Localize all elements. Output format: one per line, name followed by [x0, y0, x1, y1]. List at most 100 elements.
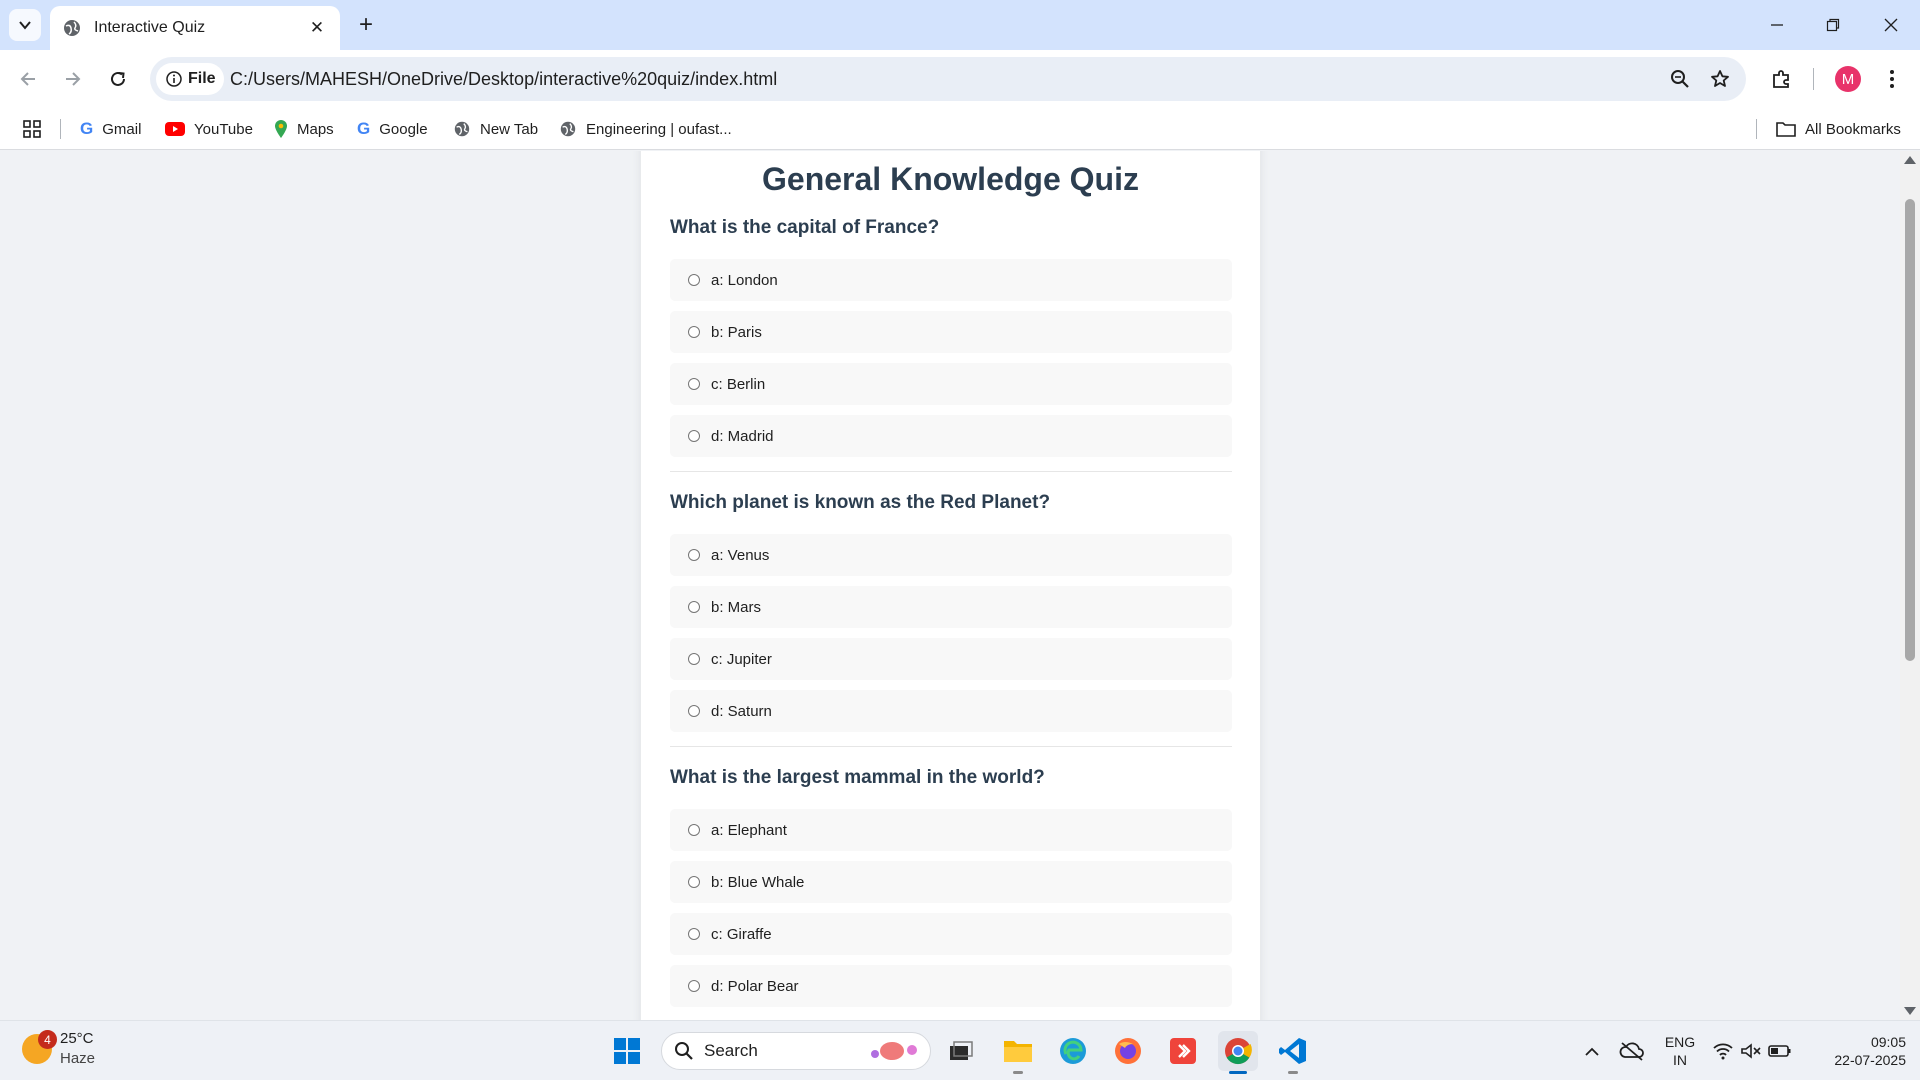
option-label: c: Giraffe — [711, 925, 772, 943]
notification-badge: 4 — [38, 1030, 57, 1049]
scroll-down-icon[interactable] — [1904, 1007, 1916, 1015]
globe-icon — [560, 121, 576, 137]
radio-button[interactable] — [688, 601, 700, 613]
globe-icon — [454, 121, 470, 137]
star-icon — [1711, 70, 1729, 87]
bookmark-new-tab[interactable]: New Tab — [453, 118, 538, 140]
anydesk-icon — [1170, 1038, 1196, 1064]
taskbar-edge[interactable] — [1053, 1031, 1093, 1071]
menu-button[interactable] — [1877, 64, 1907, 94]
radio-button[interactable] — [688, 705, 700, 717]
show-hidden-icons-button[interactable] — [1572, 1031, 1612, 1071]
zoom-button[interactable] — [1667, 66, 1693, 92]
option-label: a: London — [711, 271, 778, 289]
arrow-right-icon — [66, 72, 81, 86]
all-bookmarks-label: All Bookmarks — [1805, 120, 1901, 138]
option-q2-a[interactable]: a: Venus — [670, 534, 1232, 576]
bookmark-engineering[interactable]: Engineering | oufast... — [559, 118, 732, 140]
reload-button[interactable] — [103, 64, 133, 94]
url-text[interactable]: C:/Users/MAHESH/OneDrive/Desktop/interac… — [230, 69, 777, 90]
site-info-chip[interactable]: File — [156, 63, 224, 95]
scroll-up-icon[interactable] — [1904, 156, 1916, 164]
bookmark-youtube[interactable]: YouTube — [165, 118, 253, 140]
info-icon — [166, 71, 182, 87]
bookmarks-bar: G Gmail YouTube Maps G Google New Tab En… — [0, 108, 1920, 150]
question-block: Which planet is known as the Red Planet?… — [670, 492, 1232, 732]
option-label: b: Mars — [711, 598, 762, 616]
bookmark-star-button[interactable] — [1707, 66, 1733, 92]
option-q1-b[interactable]: b: Paris — [670, 311, 1232, 353]
apps-button[interactable] — [22, 118, 42, 140]
option-q2-d[interactable]: d: Saturn — [670, 690, 1232, 732]
page-scrollbar[interactable] — [1900, 151, 1920, 1020]
google-icon: G — [80, 119, 94, 138]
scrollbar-thumb[interactable] — [1905, 199, 1915, 661]
address-bar[interactable]: File C:/Users/MAHESH/OneDrive/Desktop/in… — [150, 57, 1746, 101]
taskbar-vscode[interactable] — [1273, 1031, 1313, 1074]
option-q2-b[interactable]: b: Mars — [670, 586, 1232, 628]
radio-button[interactable] — [688, 653, 700, 665]
quick-settings-button[interactable] — [1707, 1031, 1797, 1071]
option-label: b: Blue Whale — [711, 873, 805, 891]
minimize-icon — [1771, 24, 1783, 26]
radio-button[interactable] — [688, 326, 700, 338]
windows-logo-icon — [614, 1038, 640, 1064]
tab-title: Interactive Quiz — [94, 19, 206, 36]
clock[interactable]: 09:05 22-07-2025 — [1812, 1033, 1906, 1069]
new-tab-button[interactable]: + — [352, 11, 380, 39]
minimize-button[interactable] — [1762, 10, 1792, 40]
bookmark-maps[interactable]: Maps — [274, 118, 334, 140]
option-q1-a[interactable]: a: London — [670, 259, 1232, 301]
search-icon — [675, 1042, 693, 1060]
start-button[interactable] — [607, 1031, 647, 1071]
bookmark-label: Engineering | oufast... — [586, 120, 732, 138]
taskbar-file-explorer[interactable] — [998, 1031, 1038, 1074]
bookmark-gmail[interactable]: G Gmail — [80, 118, 141, 140]
forward-button[interactable] — [58, 64, 88, 94]
radio-button[interactable] — [688, 549, 700, 561]
radio-button[interactable] — [688, 274, 700, 286]
option-q1-c[interactable]: c: Berlin — [670, 363, 1232, 405]
extensions-button[interactable] — [1767, 64, 1797, 94]
radio-button[interactable] — [688, 876, 700, 888]
question-divider — [670, 746, 1232, 747]
all-bookmarks-button[interactable]: All Bookmarks — [1776, 118, 1901, 140]
close-window-button[interactable] — [1876, 10, 1906, 40]
reload-icon — [111, 71, 125, 86]
tab-search-button[interactable] — [9, 9, 41, 41]
radio-button[interactable] — [688, 824, 700, 836]
option-label: d: Saturn — [711, 702, 772, 720]
option-q2-c[interactable]: c: Jupiter — [670, 638, 1232, 680]
radio-button[interactable] — [688, 928, 700, 940]
taskbar-firefox[interactable] — [1108, 1031, 1148, 1071]
option-q3-c[interactable]: c: Giraffe — [670, 913, 1232, 955]
chrome-icon — [1225, 1038, 1252, 1065]
active-tab[interactable]: Interactive Quiz ✕ — [50, 6, 340, 50]
taskbar-anydesk[interactable] — [1163, 1031, 1203, 1071]
radio-button[interactable] — [688, 980, 700, 992]
radio-button[interactable] — [688, 378, 700, 390]
bookmark-google[interactable]: G Google — [357, 118, 428, 140]
volume-muted-icon — [1741, 1043, 1761, 1059]
weather-widget[interactable]: 4 25°C Haze — [22, 1029, 95, 1069]
profile-avatar[interactable]: M — [1835, 66, 1861, 92]
restore-button[interactable] — [1818, 10, 1848, 40]
tab-close-icon[interactable]: ✕ — [306, 17, 328, 39]
running-indicator — [1013, 1071, 1023, 1074]
option-q3-d[interactable]: d: Polar Bear — [670, 965, 1232, 1007]
zoom-icon — [1671, 70, 1689, 88]
option-q3-a[interactable]: a: Elephant — [670, 809, 1232, 851]
taskbar-search[interactable]: Search — [661, 1032, 931, 1070]
question-divider — [670, 471, 1232, 472]
option-q1-d[interactable]: d: Madrid — [670, 415, 1232, 457]
option-label: a: Venus — [711, 546, 770, 564]
taskbar-chrome[interactable] — [1218, 1031, 1258, 1074]
task-view-button[interactable] — [941, 1031, 981, 1071]
option-q3-b[interactable]: b: Blue Whale — [670, 861, 1232, 903]
language-indicator[interactable]: ENG IN — [1664, 1033, 1696, 1069]
apps-grid-icon — [23, 120, 41, 138]
clock-time: 09:05 — [1870, 1034, 1906, 1050]
radio-button[interactable] — [688, 430, 700, 442]
onedrive-button[interactable] — [1612, 1031, 1652, 1071]
back-button[interactable] — [13, 64, 43, 94]
